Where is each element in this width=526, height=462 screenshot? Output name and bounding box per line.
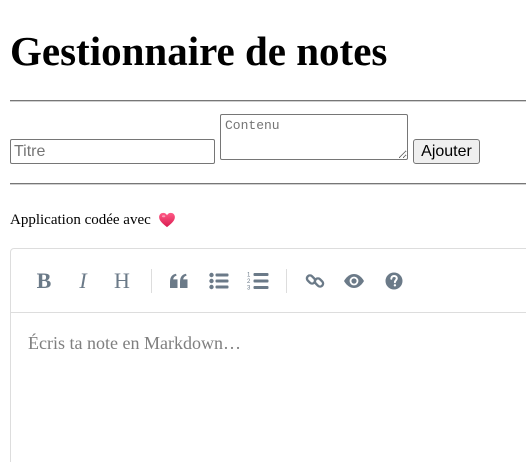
credit-line: Application codée avec bbox=[10, 210, 176, 230]
toolbar-separator bbox=[151, 269, 152, 293]
italic-icon: I bbox=[79, 268, 87, 293]
editor-placeholder: Écris ta note en Markdown… bbox=[28, 333, 241, 353]
unordered-list-icon bbox=[209, 272, 229, 290]
content-textarea[interactable] bbox=[220, 114, 408, 160]
title-input[interactable] bbox=[10, 139, 215, 164]
editor-toolbar: B I H 1 2 3 bbox=[11, 249, 526, 313]
svg-text:2: 2 bbox=[247, 279, 251, 285]
svg-text:3: 3 bbox=[247, 286, 251, 292]
markdown-editor: B I H 1 2 3 Écris ta note en Markdown… bbox=[10, 248, 526, 462]
ordered-list-button[interactable]: 1 2 3 bbox=[243, 266, 273, 296]
heading-icon: H bbox=[114, 268, 130, 293]
toolbar-separator bbox=[286, 269, 287, 293]
italic-button[interactable]: I bbox=[68, 266, 98, 296]
unordered-list-button[interactable] bbox=[204, 266, 234, 296]
page: Gestionnaire de notes Ajouter Applicatio… bbox=[0, 0, 526, 462]
preview-icon bbox=[343, 273, 365, 289]
bold-icon: B bbox=[36, 268, 52, 293]
divider-top bbox=[10, 100, 526, 102]
link-button[interactable] bbox=[300, 266, 330, 296]
heart-icon bbox=[158, 211, 176, 229]
quote-button[interactable] bbox=[164, 266, 194, 296]
link-icon bbox=[305, 271, 325, 291]
add-button[interactable]: Ajouter bbox=[413, 139, 480, 164]
page-title: Gestionnaire de notes bbox=[10, 28, 388, 74]
preview-button[interactable] bbox=[339, 266, 369, 296]
bold-button[interactable]: B bbox=[29, 266, 59, 296]
ordered-list-icon: 1 2 3 bbox=[247, 271, 269, 291]
divider-bottom bbox=[10, 183, 526, 185]
heading-button[interactable]: H bbox=[107, 266, 137, 296]
svg-text:1: 1 bbox=[247, 273, 251, 279]
help-icon bbox=[385, 272, 403, 290]
editor-body[interactable]: Écris ta note en Markdown… bbox=[11, 313, 526, 462]
credit-text: Application codée avec bbox=[10, 212, 151, 228]
help-button[interactable] bbox=[379, 266, 409, 296]
quote-icon bbox=[169, 273, 189, 289]
